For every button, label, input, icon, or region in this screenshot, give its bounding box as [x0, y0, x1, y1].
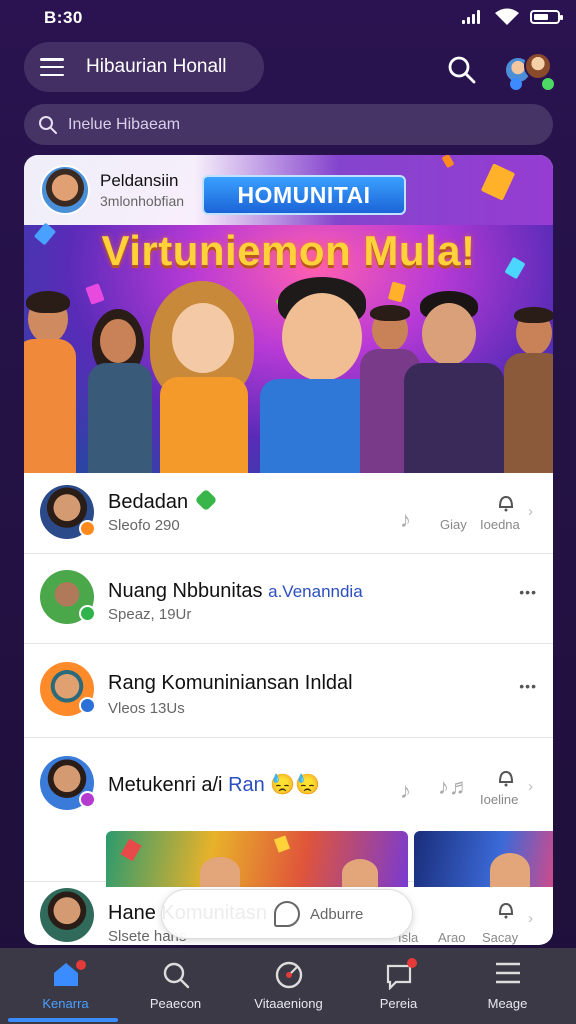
list-item[interactable]: Bedadan Sleofo 290 ♪ Giay Ioedna › [24, 473, 553, 553]
list-item[interactable]: Nuang Nbbunitas a.Venanndia Speaz, 19Ur … [24, 553, 553, 643]
music-note-icon: ♪ [400, 778, 411, 803]
now-playing-label: Adburre [310, 905, 364, 923]
nav-item-search[interactable]: Peaecon [118, 948, 233, 1024]
app-title-bar[interactable]: Hibaurian Honall [24, 42, 264, 92]
bottom-navigation: Kenarra Peaecon Vitaaeniong Pereia Meage [0, 948, 576, 1024]
music-note-icon: ♪ [400, 507, 411, 532]
avatar [40, 570, 96, 624]
notification-badge [76, 960, 86, 970]
profile-avatar[interactable] [502, 48, 556, 92]
media-thumbnail[interactable] [414, 831, 553, 887]
search-icon [163, 962, 189, 989]
more-options-icon[interactable]: ••• [519, 584, 537, 600]
illustrated-person [24, 291, 84, 473]
row-name: Nuang Nbbunitas a.Venanndia [108, 580, 363, 602]
search-icon[interactable] [446, 54, 478, 86]
poster-name[interactable]: Peldansiin [100, 171, 178, 191]
search-input[interactable]: Inelue Hibaeam [68, 116, 180, 134]
row-meta: Ioeline [480, 792, 519, 807]
row-name: Bedadan [108, 488, 217, 514]
status-time: B:30 [44, 8, 83, 27]
search-bar[interactable]: Inelue Hibaeam [24, 104, 553, 145]
avatar [40, 662, 96, 716]
notification-icon[interactable] [496, 493, 516, 513]
notification-icon[interactable] [496, 900, 516, 920]
music-note-icon: ♪♬ [438, 774, 471, 799]
row-subtitle: Sleofo 290 [108, 517, 180, 534]
notification-badge [407, 958, 417, 968]
chevron-right-icon: › [528, 910, 533, 927]
more-options-icon[interactable]: ••• [519, 678, 537, 694]
online-status-dot [79, 605, 96, 622]
nav-label: Peaecon [149, 996, 202, 1011]
poster-subtitle: 3mlonhobfian [100, 193, 185, 209]
illustrated-person [400, 291, 510, 473]
emoji: 😓😓 [270, 774, 321, 796]
search-icon [39, 115, 57, 134]
chevron-right-icon: › [528, 778, 533, 795]
media-thumbnails[interactable] [106, 831, 553, 887]
row-name: Metukenri a/i Ran 😓😓 [108, 774, 321, 796]
avatar [40, 888, 94, 942]
chat-bubble-icon [274, 901, 300, 927]
post-headline: Virtuniemon Mula! [101, 227, 476, 274]
row-meta: Arao [438, 930, 466, 945]
post-hero-image[interactable]: Peldansiin 3mlonhobfian HOMUNITAI Virtun… [24, 155, 553, 473]
community-feed-card: Peldansiin 3mlonhobfian HOMUNITAI Virtun… [24, 155, 553, 945]
illustrated-person [150, 281, 260, 473]
list-item[interactable]: Rang Komuniniansan Inldal Vleos 13Us ••• [24, 643, 553, 737]
app-title: Hibaurian Honall [86, 56, 227, 77]
hamburger-menu-icon[interactable] [40, 58, 64, 76]
nav-item-video[interactable]: Vitaaeniong [231, 948, 346, 1024]
row-subtitle: Speaz, 19Ur [108, 606, 192, 623]
avatar [40, 485, 96, 539]
nav-label: Vitaaeniong [254, 996, 323, 1011]
disc-icon [275, 961, 302, 989]
row-meta: Sacay [482, 930, 519, 945]
nav-item-home[interactable]: Kenarra [8, 948, 123, 1024]
row-subtitle: Vleos 13Us [108, 700, 185, 717]
media-thumbnail[interactable] [106, 831, 408, 887]
chevron-right-icon: › [528, 503, 533, 520]
signal-icon [462, 10, 480, 24]
nav-item-chat[interactable]: Pereia [341, 948, 456, 1024]
notification-icon[interactable] [496, 768, 516, 788]
battery-icon [530, 10, 563, 24]
verified-icon [194, 488, 217, 512]
now-playing-pill[interactable]: Adburre [161, 889, 413, 939]
online-status-dot [79, 791, 96, 808]
illustrated-person [504, 307, 553, 473]
row-meta: Giay [440, 517, 467, 532]
menu-icon [495, 962, 520, 984]
row-name: Rang Komuniniansan Inldal [108, 672, 353, 694]
community-badge: HOMUNITAI [202, 175, 406, 215]
status-bar: B:30 [0, 0, 576, 36]
nav-label: Kenarra [42, 996, 89, 1011]
online-status-dot [79, 520, 96, 537]
active-tab-indicator [8, 1018, 118, 1022]
nav-item-menu[interactable]: Meage [450, 948, 565, 1024]
avatar [40, 756, 96, 810]
online-status-dot [79, 697, 96, 714]
poster-avatar[interactable] [40, 165, 90, 215]
row-meta: Ioedna [480, 517, 520, 532]
nav-label: Meage [487, 996, 528, 1011]
nav-label: Pereia [379, 996, 418, 1011]
wifi-icon [495, 8, 519, 25]
